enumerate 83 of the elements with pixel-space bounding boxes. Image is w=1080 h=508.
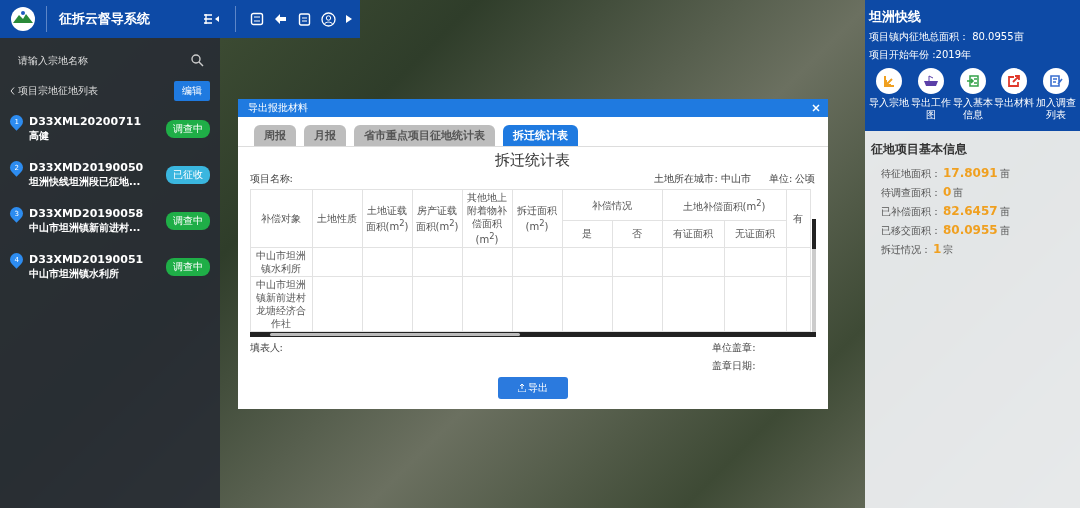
close-button[interactable] (811, 104, 820, 113)
column-header: 其他地上附着物补偿面积(m$^{2}$) (462, 189, 512, 248)
search-field[interactable]: 请输入宗地名称 (16, 54, 191, 67)
unit-label: 单位: 公顷 (768, 172, 816, 187)
parcel-code: D33XMD20190051 (29, 253, 145, 266)
parcel-name: 中山市坦洲镇新前进村... (29, 221, 142, 235)
edit-list-icon (1049, 74, 1063, 88)
info-unit: 宗 (943, 243, 954, 257)
info-label: 拆迁情况： (881, 243, 931, 257)
parcel-name: 坦洲快线坦洲段已征地... (29, 175, 142, 189)
list-toggle-icon[interactable] (203, 13, 221, 25)
export-button[interactable]: 导出 (497, 376, 568, 399)
boat-icon (922, 75, 939, 87)
filler-label: 填表人: (249, 340, 283, 355)
info-unit: 亩 (999, 167, 1010, 181)
upload-icon (517, 383, 526, 392)
column-header: 补偿情况 (562, 189, 662, 221)
seal-date-label: 盖章日期: (712, 358, 756, 373)
horizontal-scrollbar[interactable] (249, 331, 816, 337)
action-button[interactable]: 导入基本信息 (952, 68, 993, 121)
action-button[interactable]: 导出工作图 (910, 68, 951, 121)
parcel-code: D33XMD20190050 (29, 161, 145, 174)
column-header: 是 (562, 220, 612, 248)
column-header: 房产证载面积(m$^{2}$) (412, 189, 462, 248)
info-value: 0 (943, 185, 952, 199)
start-year-text: 项目开始年份 :2019年 (869, 48, 972, 62)
table-heading: 拆迁统计表 (494, 151, 571, 171)
column-header: 土地证载面积(m$^{2}$) (362, 189, 412, 248)
info-value: 82.6457 (943, 204, 998, 218)
status-badge: 已征收 (166, 166, 210, 184)
status-badge: 调查中 (166, 212, 210, 230)
caret-right-icon[interactable] (346, 15, 352, 23)
import-arrow-icon (882, 74, 896, 88)
mountain-logo-icon (10, 6, 36, 32)
vertical-scrollbar[interactable] (811, 219, 816, 332)
column-header: 拆迁面积(m$^{2}$) (512, 189, 562, 248)
info-label: 已移交面积： (881, 224, 941, 238)
info-title: 征地项目基本信息 (871, 141, 968, 158)
parcel-name: 中山市坦洲镇水利所 (29, 267, 120, 281)
action-button[interactable]: 导入宗地 (869, 68, 909, 121)
report-tab[interactable]: 月报 (303, 125, 346, 147)
report-tab[interactable]: 省市重点项目征地统计表 (353, 125, 495, 147)
action-button[interactable]: 导出材料 (994, 68, 1035, 121)
report-tab[interactable]: 周报 (253, 125, 296, 147)
parcel-code: D33XML20200711 (29, 115, 143, 128)
user-icon[interactable] (321, 11, 336, 27)
edit-button[interactable]: 编辑 (174, 81, 210, 101)
parcel-name: 高健 (29, 129, 50, 143)
status-badge: 调查中 (166, 120, 210, 138)
column-header: 补偿对象 (250, 189, 312, 248)
info-unit: 亩 (999, 224, 1010, 238)
info-label: 已补偿面积： (881, 205, 941, 219)
dialog-title: 导出报批材料 (247, 101, 308, 116)
info-value: 1 (933, 242, 942, 256)
status-badge: 调查中 (166, 258, 210, 276)
info-value: 80.0955 (943, 223, 998, 237)
column-header: 否 (612, 220, 662, 248)
chevron-left-icon (10, 87, 15, 95)
info-label: 待征地面积： (881, 167, 941, 181)
column-header: 有证面积 (662, 220, 724, 248)
clipboard-icon[interactable] (298, 12, 311, 26)
parcel-code: D33XMD20190058 (29, 207, 145, 220)
column-header: 有 (786, 189, 810, 248)
search-icon[interactable] (191, 54, 204, 67)
info-unit: 亩 (953, 186, 964, 200)
app-title: 征拆云督导系统 (46, 6, 150, 32)
info-label: 待调查面积： (881, 186, 941, 200)
column-header: 土地补偿面积(m$^{2}$) (662, 189, 786, 221)
total-area-text: 项目镇内征地总面积： 80.0955亩 (869, 30, 1025, 44)
share-arrow-icon (1007, 74, 1022, 88)
table-cell: 中山市坦洲镇新前进村龙塘经济合作社 (250, 276, 312, 332)
report-tab[interactable]: 拆迁统计表 (502, 125, 578, 147)
column-header: 土地性质 (312, 189, 362, 248)
project-title: 坦洲快线 (869, 8, 922, 26)
action-button[interactable]: 加入调查列表 (1036, 68, 1076, 121)
seal-label: 单位盖章: (712, 340, 756, 355)
project-name-label: 项目名称: (249, 172, 293, 187)
info-unit: 亩 (999, 205, 1010, 219)
table-cell: 中山市坦洲镇水利所 (250, 247, 312, 277)
list-title-link[interactable]: 项目宗地征地列表 (10, 84, 98, 98)
info-value: 17.8091 (943, 166, 998, 180)
city-label: 土地所在城市: 中山市 (654, 172, 751, 187)
back-arrow-icon[interactable] (274, 12, 288, 26)
